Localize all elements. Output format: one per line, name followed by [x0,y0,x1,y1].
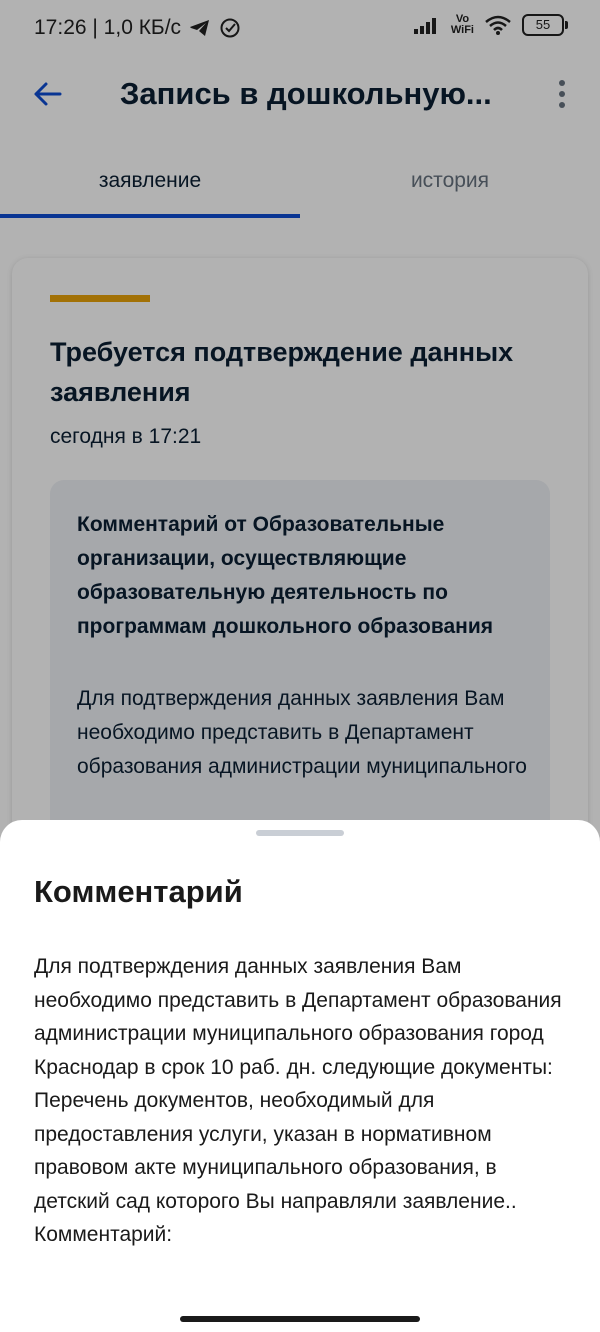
sheet-drag-handle[interactable] [256,830,344,836]
app-screen: 17:26 | 1,0 КБ/с Vo WiFi 55 Запись в дош… [0,0,600,1332]
sheet-comment-text: Для подтверждения данных заявления Вам н… [34,955,562,1246]
home-indicator[interactable] [180,1316,420,1322]
comment-bottom-sheet: Комментарий Для подтверждения данных зая… [0,820,600,1332]
sheet-title: Комментарий [34,874,243,909]
